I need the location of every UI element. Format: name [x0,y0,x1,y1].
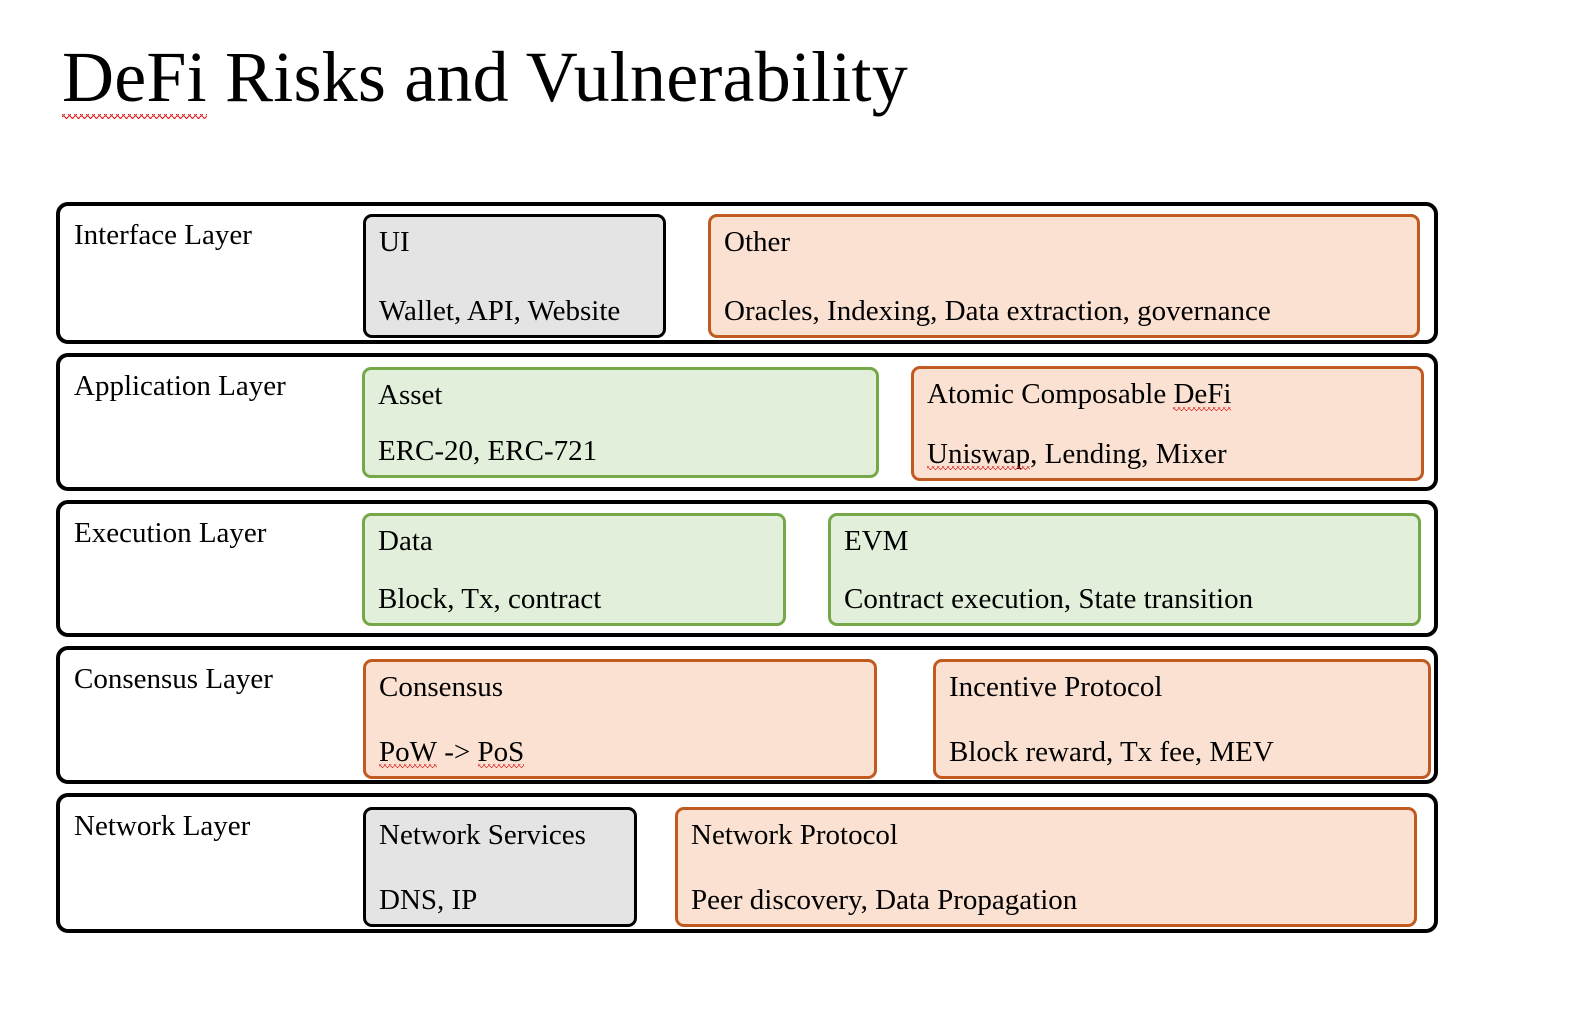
node-atomic-title-pre: Atomic Composable [927,378,1174,410]
node-atomic-composable-defi[interactable]: Atomic Composable DeFi Uniswap, Lending,… [911,366,1424,481]
misspelled-word-pow: PoW [379,735,437,769]
node-evm-subtitle: Contract execution, State transition [844,582,1254,615]
node-incentive-protocol[interactable]: Incentive Protocol Block reward, Tx fee,… [933,659,1431,779]
layer-node-area-execution: Data Block, Tx, contract EVM Contract ex… [60,504,1434,633]
misspelled-word-defi: DeFi [62,37,207,119]
node-network-services-subtitle: DNS, IP [379,883,478,916]
misspelled-word-pos: PoS [477,735,525,769]
node-data[interactable]: Data Block, Tx, contract [362,513,786,626]
node-asset-subtitle: ERC-20, ERC-721 [378,434,598,467]
layer-row-consensus: Consensus Layer Consensus PoW -> PoS Inc… [56,646,1438,784]
node-other-title: Other [724,226,791,258]
node-incentive-title: Incentive Protocol [949,671,1163,703]
node-network-services-title: Network Services [379,819,586,851]
layer-node-area-interface: UI Wallet, API, Website Other Oracles, I… [60,206,1434,340]
node-ui-title: UI [379,226,410,258]
node-consensus[interactable]: Consensus PoW -> PoS [363,659,877,779]
misspelled-word-uniswap: Uniswap [927,437,1031,471]
node-other[interactable]: Other Oracles, Indexing, Data extraction… [708,214,1420,338]
node-asset[interactable]: Asset ERC-20, ERC-721 [362,367,879,478]
node-evm[interactable]: EVM Contract execution, State transition [828,513,1421,626]
node-data-title: Data [378,525,433,557]
misspelled-word-defi: DeFi [1173,378,1232,412]
layer-node-area-consensus: Consensus PoW -> PoS Incentive Protocol … [60,650,1434,780]
layer-row-application: Application Layer Asset ERC-20, ERC-721 … [56,353,1438,491]
layer-row-network: Network Layer Network Services DNS, IP N… [56,793,1438,933]
node-ui[interactable]: UI Wallet, API, Website [363,214,666,338]
layer-row-execution: Execution Layer Data Block, Tx, contract… [56,500,1438,637]
node-network-protocol-title: Network Protocol [691,819,898,851]
node-network-protocol[interactable]: Network Protocol Peer discovery, Data Pr… [675,807,1417,927]
node-consensus-subtitle: PoW -> PoS [379,736,524,769]
node-atomic-title: Atomic Composable DeFi [927,378,1408,412]
node-network-services[interactable]: Network Services DNS, IP [363,807,637,927]
layer-row-interface: Interface Layer UI Wallet, API, Website … [56,202,1438,344]
node-data-subtitle: Block, Tx, contract [378,582,602,615]
node-atomic-subtitle: Uniswap, Lending, Mixer [927,438,1227,471]
node-ui-subtitle: Wallet, API, Website [379,294,621,327]
node-atomic-subtitle-rest: , Lending, Mixer [1030,437,1227,470]
node-evm-title: EVM [844,525,909,557]
node-other-subtitle: Oracles, Indexing, Data extraction, gove… [724,294,1271,327]
node-network-protocol-subtitle: Peer discovery, Data Propagation [691,883,1078,916]
defi-layer-stack: Interface Layer UI Wallet, API, Website … [56,202,1438,942]
node-incentive-subtitle: Block reward, Tx fee, MEV [949,735,1274,768]
node-asset-title: Asset [378,379,443,411]
node-consensus-subtitle-arrow: -> [437,735,478,768]
page-title: DeFi Risks and Vulnerability [62,37,908,119]
layer-node-area-network: Network Services DNS, IP Network Protoco… [60,797,1434,929]
layer-node-area-application: Asset ERC-20, ERC-721 Atomic Composable … [60,357,1434,487]
node-consensus-title: Consensus [379,671,504,703]
page-title-rest: Risks and Vulnerability [206,37,908,117]
